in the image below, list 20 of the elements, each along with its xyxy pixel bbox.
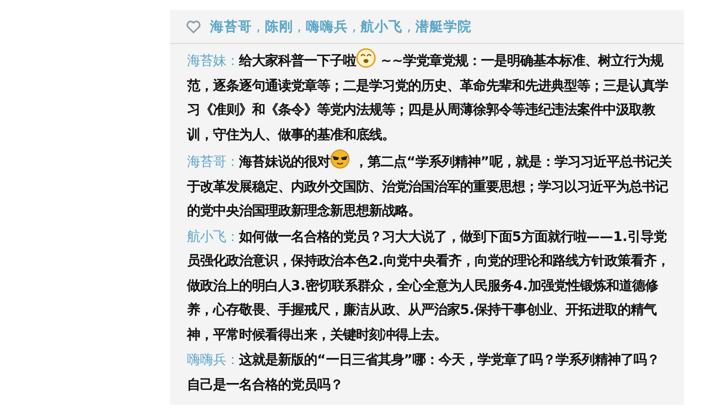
comment-author[interactable]: 航小飞： <box>187 230 239 244</box>
user-link[interactable]: 海苔哥 <box>210 18 252 36</box>
user-link[interactable]: 航小飞 <box>360 18 403 36</box>
separator: , <box>296 19 302 35</box>
user-link[interactable]: 嗨嗨兵 <box>306 18 348 36</box>
separator: , <box>351 19 358 35</box>
emoji-icon <box>330 149 350 169</box>
comment-author[interactable]: 海苔妹： <box>187 54 239 69</box>
comment-text: 海苔妹：给大家科普一下子啦 ~~学党章党规：一是明确基本标准、树立行为规范，逐条逐句通读党章等；二是学习党的历史、革命先辈和先进典型等；三是认真学习《准则》和《条令》等党内法规等；四是从周薄徐郭令等违纪违法案件中汲取教训，守住为人、做事的基准和底线。 <box>187 48 672 148</box>
comment-text: 航小飞：如何做一名合格的党员？习大大说了，做到下面5方面就行啦——1.引导党员强化政治意识，保持政治本色2.向党中央看齐，向党的理论和路线方针政策看齐，做政治上的明白人3.密切联系群众，全心全意为人民服务4.加强党性锻炼和道德修养，心存敬畏、手握戒尺，廉洁从政、从严治家5.保持干事创业、开拓进取的精气神，平常时候看得出来，关键时刻冲得上去。 <box>187 228 670 344</box>
comment-author[interactable]: 海苔哥： <box>187 155 239 170</box>
comment-text: 嗨嗨兵：这就是新版的“一日三省其身”哪：今天，学党章了吗？学系列精神了吗？自己是一名合格的党员吗？ <box>187 351 661 394</box>
user-link[interactable]: 潜艇学院 <box>416 18 472 36</box>
comment-text: 海苔哥：海苔妹说的很对 ，第二点“学系列精神”呢，就是：学习习近平总书记关于改革发展稳定、内政外交国防、治党治国治军的重要思想；学习以习近平为总书记的党中央治国理政新理念新思想新战略。 <box>187 149 672 224</box>
user-link[interactable]: 陈刚 <box>264 18 293 36</box>
separator: , <box>406 19 412 35</box>
separator: , <box>255 19 262 35</box>
heart-icon[interactable] <box>186 20 201 34</box>
emoji-icon <box>356 48 376 68</box>
comment-author[interactable]: 嗨嗨兵： <box>187 353 239 368</box>
